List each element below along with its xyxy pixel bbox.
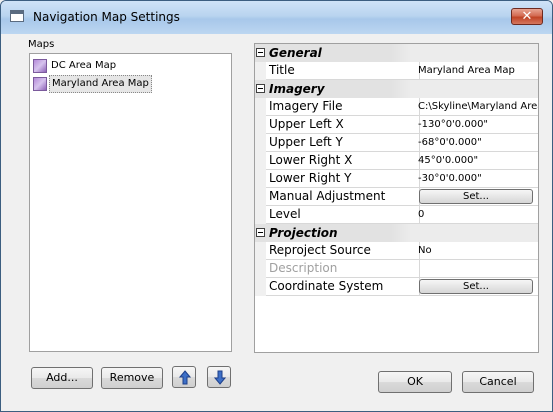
property-name: Reproject Source: [266, 242, 420, 260]
window-icon: [10, 10, 24, 22]
property-name: Description: [266, 260, 420, 278]
cancel-button[interactable]: Cancel: [462, 371, 534, 393]
row-margin: [255, 260, 266, 278]
imagery-file-value-field[interactable]: C:\Skyline\Maryland Area: [417, 98, 538, 116]
property-row-title[interactable]: Title Maryland Area Map: [255, 62, 538, 80]
ok-button[interactable]: OK: [378, 371, 452, 393]
property-row-reproject-source[interactable]: Reproject Source No: [255, 242, 538, 260]
upper-left-y-value-field[interactable]: -68°0'0.000": [417, 134, 538, 152]
arrow-up-icon: [179, 370, 191, 385]
list-item-maryland-area-map[interactable]: Maryland Area Map: [32, 75, 182, 93]
row-margin: [255, 152, 266, 170]
row-margin: [255, 62, 266, 80]
property-name: Imagery File: [266, 98, 420, 116]
row-margin: [255, 188, 266, 206]
property-name: Upper Left X: [266, 116, 420, 134]
category-label: General: [269, 46, 322, 60]
property-name: Upper Left Y: [266, 134, 420, 152]
collapse-icon[interactable]: [256, 228, 265, 237]
title-value-field[interactable]: Maryland Area Map: [417, 62, 538, 80]
property-row-description: Description: [255, 260, 538, 278]
property-row-upper-left-y[interactable]: Upper Left Y -68°0'0.000": [255, 134, 538, 152]
close-button[interactable]: ✕: [511, 8, 543, 25]
map-icon: [33, 59, 47, 73]
lower-right-x-value-field[interactable]: 45°0'0.000": [417, 152, 538, 170]
property-row-lower-right-y[interactable]: Lower Right Y -30°0'0.000": [255, 170, 538, 188]
move-up-button[interactable]: [172, 366, 196, 388]
row-margin: [255, 242, 266, 260]
row-margin: [255, 134, 266, 152]
property-row-imagery-file[interactable]: Imagery File C:\Skyline\Maryland Area: [255, 98, 538, 116]
row-margin: [255, 116, 266, 134]
title-bar[interactable]: Navigation Map Settings ✕: [1, 1, 552, 34]
map-item-label: Maryland Area Map: [49, 75, 152, 93]
property-row-coordinate-system[interactable]: Coordinate System Set...: [255, 278, 538, 296]
coordinate-system-value: Set...: [417, 278, 538, 296]
collapse-icon[interactable]: [256, 48, 265, 57]
map-item-label: DC Area Map: [51, 60, 117, 71]
lower-right-y-value-field[interactable]: -30°0'0.000": [417, 170, 538, 188]
description-value-field: [417, 260, 538, 278]
category-projection[interactable]: Projection: [255, 224, 538, 242]
add-map-button[interactable]: Add...: [31, 367, 93, 389]
maps-list[interactable]: DC Area Map Maryland Area Map: [29, 53, 232, 352]
property-name: Title: [266, 62, 420, 80]
window-title: Navigation Map Settings: [33, 10, 180, 24]
property-row-level[interactable]: Level 0: [255, 206, 538, 224]
category-label: Projection: [269, 226, 338, 240]
property-row-lower-right-x[interactable]: Lower Right X 45°0'0.000": [255, 152, 538, 170]
coordinate-system-set-button[interactable]: Set...: [419, 279, 533, 294]
remove-map-button[interactable]: Remove: [101, 367, 163, 389]
property-row-upper-left-x[interactable]: Upper Left X -130°0'0.000": [255, 116, 538, 134]
move-down-button[interactable]: [207, 366, 231, 388]
maps-group-label: Maps: [28, 39, 55, 50]
level-value-field[interactable]: 0: [417, 206, 538, 224]
manual-adjustment-value: Set...: [417, 188, 538, 206]
manual-adjustment-set-button[interactable]: Set...: [419, 189, 533, 204]
property-name: Lower Right Y: [266, 170, 420, 188]
row-margin: [255, 206, 266, 224]
list-item-dc-area-map[interactable]: DC Area Map: [32, 57, 182, 75]
row-margin: [255, 170, 266, 188]
property-name: Coordinate System: [266, 278, 420, 296]
property-row-manual-adjustment[interactable]: Manual Adjustment Set...: [255, 188, 538, 206]
category-label: Imagery: [269, 82, 325, 96]
category-general[interactable]: General: [255, 44, 538, 62]
row-margin: [255, 98, 266, 116]
row-margin: [255, 278, 266, 296]
reproject-source-value-field[interactable]: No: [417, 242, 538, 260]
map-icon: [33, 77, 47, 91]
property-name: Manual Adjustment: [266, 188, 420, 206]
property-name: Lower Right X: [266, 152, 420, 170]
category-imagery[interactable]: Imagery: [255, 80, 538, 98]
arrow-down-icon: [214, 370, 226, 385]
collapse-icon[interactable]: [256, 84, 265, 93]
property-name: Level: [266, 206, 420, 224]
property-grid[interactable]: General Title Maryland Area Map Imagery …: [254, 43, 539, 353]
upper-left-x-value-field[interactable]: -130°0'0.000": [417, 116, 538, 134]
